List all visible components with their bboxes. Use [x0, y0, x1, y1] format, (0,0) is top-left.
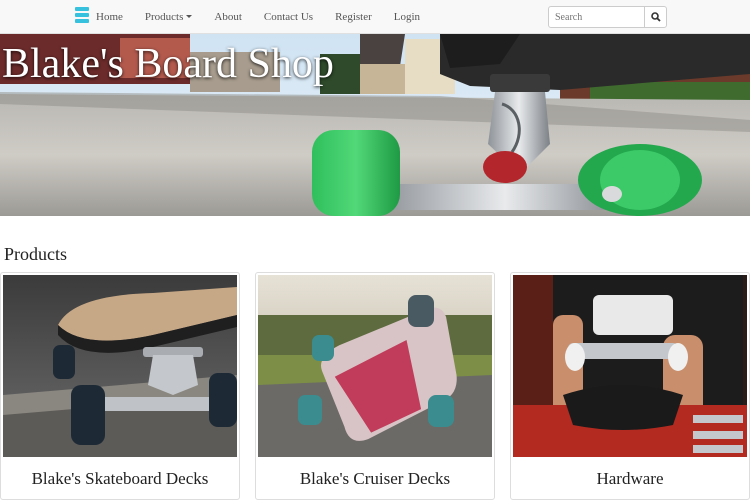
product-title[interactable]: Blake's Skateboard Decks: [1, 469, 239, 489]
nav-links: Home Products About Contact Us Register …: [96, 0, 442, 34]
search-input[interactable]: [548, 6, 645, 28]
search-button[interactable]: [644, 6, 667, 28]
products-heading: Products: [4, 244, 67, 264]
navbar: Home Products About Contact Us Register …: [0, 0, 750, 34]
skateboard-deck-photo: [3, 275, 237, 457]
product-title[interactable]: Blake's Cruiser Decks: [256, 469, 494, 489]
nav-login-link[interactable]: Login: [394, 11, 420, 23]
nav-contact-link[interactable]: Contact Us: [264, 11, 313, 23]
hero-banner: Blake's Board Shop: [0, 34, 750, 216]
cruiser-deck-photo: [258, 275, 492, 457]
nav-home-link[interactable]: Home: [96, 11, 123, 23]
hardware-photo: [513, 275, 747, 457]
search-form: [548, 6, 667, 28]
product-title[interactable]: Hardware: [511, 469, 749, 489]
nav-about-link[interactable]: About: [214, 11, 242, 23]
product-card-hardware[interactable]: Hardware: [510, 272, 750, 500]
product-card-cruiser-decks[interactable]: Blake's Cruiser Decks: [255, 272, 495, 500]
hero-title: Blake's Board Shop: [2, 41, 334, 87]
product-card-skateboard-decks[interactable]: Blake's Skateboard Decks: [0, 272, 240, 500]
search-icon: [650, 12, 661, 22]
nav-products-dropdown[interactable]: Products: [145, 11, 193, 23]
nav-register-link[interactable]: Register: [335, 11, 372, 23]
layers-icon[interactable]: [75, 7, 89, 25]
